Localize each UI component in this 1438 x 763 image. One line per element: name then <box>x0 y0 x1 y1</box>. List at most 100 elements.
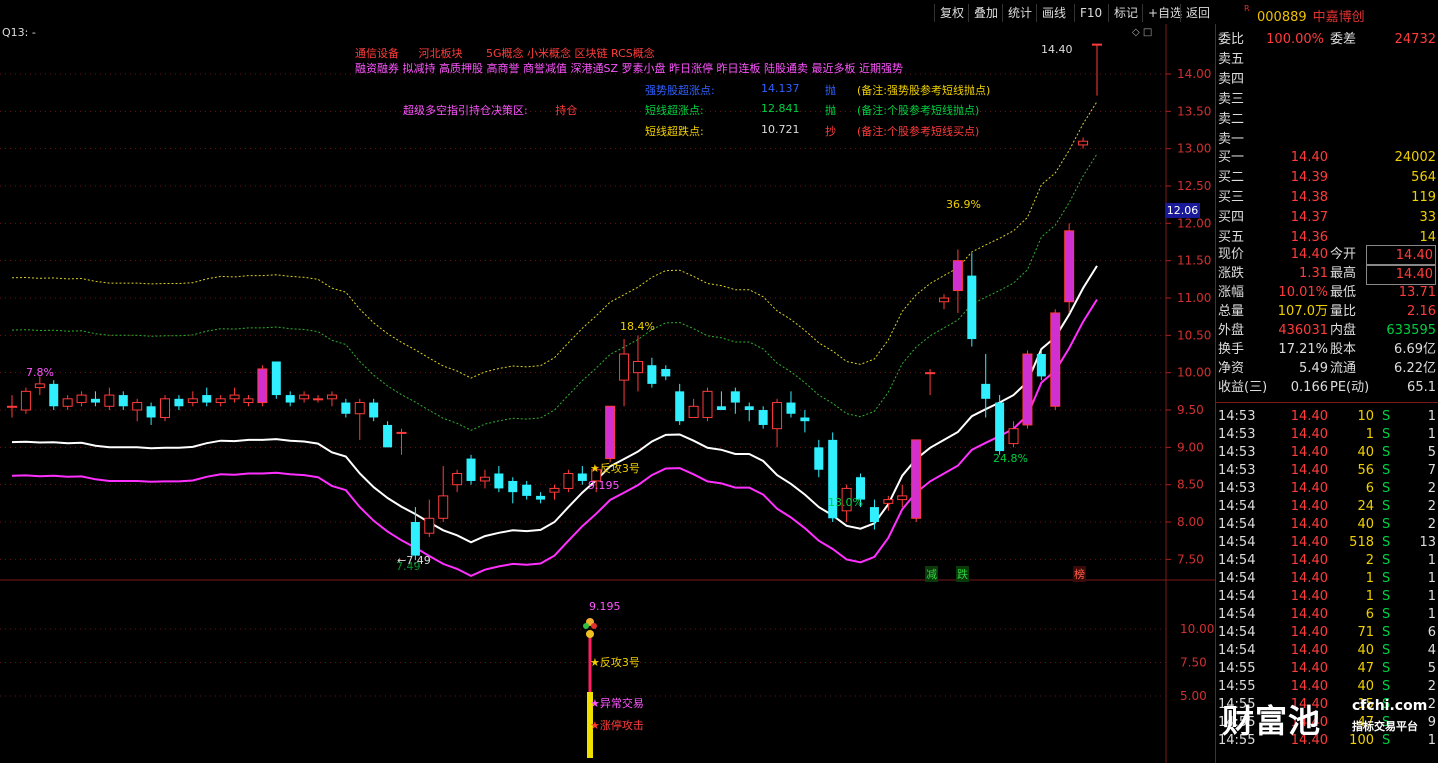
sub-tick-label: 10.00 <box>1180 622 1214 636</box>
tick-time: 14:54 <box>1218 499 1256 514</box>
tick-count: 1 <box>1427 589 1436 604</box>
tick-volume: 1 <box>1365 589 1374 604</box>
toolbar-button-stats[interactable]: 统计 <box>1002 4 1037 22</box>
concept-tag[interactable]: 河北板块 <box>419 47 463 60</box>
tick-price: 14.40 <box>1290 643 1328 658</box>
concept-tag[interactable]: 区块链 <box>575 47 608 60</box>
candle-body <box>632 360 643 374</box>
strong-overbought-row: 强势股超涨点: 14.137 抛 (备注:强势股参考短线抛点) <box>645 82 990 98</box>
square-icon[interactable]: □ <box>1143 27 1152 38</box>
tick-row[interactable]: 14:54 14.40 24 S 2 <box>1216 497 1438 516</box>
candle-body <box>995 402 1005 452</box>
commission-ratio: 100.00% <box>1266 32 1324 47</box>
tick-row[interactable]: 14:54 14.40 1 S 1 <box>1216 569 1438 588</box>
tick-row[interactable]: 14:54 14.40 40 S 4 <box>1216 641 1438 660</box>
upper-band-line <box>11 101 1098 379</box>
candle-body <box>90 398 100 403</box>
tick-row[interactable]: 14:54 14.40 71 S 6 <box>1216 623 1438 642</box>
sell-order-row: 卖三 <box>1216 90 1438 109</box>
tick-row[interactable]: 14:53 14.40 56 S 7 <box>1216 461 1438 480</box>
stat-value: 65.1 <box>1407 380 1436 395</box>
tick-volume: 71 <box>1357 625 1374 640</box>
tick-row[interactable]: 14:55 14.40 47 S 5 <box>1216 659 1438 678</box>
candle-body <box>299 394 310 400</box>
tick-side: S <box>1382 679 1391 694</box>
stat-value: 13.71 <box>1398 285 1436 300</box>
tick-price: 14.40 <box>1290 445 1328 460</box>
candle-body <box>897 495 908 501</box>
stat-label: 涨幅 <box>1218 285 1245 300</box>
toolbar-button-fuquan[interactable]: 复权 <box>934 4 969 22</box>
tick-count: 5 <box>1427 445 1436 460</box>
stat-row: 收益(三) 0.166 PE(动) 65.1 <box>1216 378 1438 397</box>
kline-chart-svg: 14.00 13.50 13.00 12.50 12.00 11.50 11.00 10.50… <box>0 24 1215 763</box>
tick-price: 14.40 <box>1290 553 1328 568</box>
concept-tag[interactable]: 5G概念 <box>486 47 524 60</box>
buy-order-row: 买一 14.40 24002 <box>1216 148 1438 167</box>
signal-price-label: 9.195 <box>588 479 620 492</box>
dip-note: (备注:个股参考短线买点) <box>857 125 980 138</box>
candle-body <box>187 398 198 404</box>
buy-volume: 564 <box>1411 170 1436 185</box>
candle-body <box>716 406 726 411</box>
toolbar-button-overlay[interactable]: 叠加 <box>968 4 1003 22</box>
tick-count: 2 <box>1427 481 1436 496</box>
candle-body <box>1078 140 1089 146</box>
tick-side: S <box>1382 625 1391 640</box>
stat-label: 今开 <box>1330 247 1357 262</box>
price-tick-label: 12.50 <box>1177 179 1211 193</box>
price-tick-label: 8.00 <box>1177 515 1204 529</box>
toolbar-button-f10[interactable]: F10 <box>1074 4 1107 22</box>
signal-star-label: ★反攻3号 <box>590 462 640 475</box>
tick-row[interactable]: 14:54 14.40 518 S 13 <box>1216 533 1438 552</box>
candle-body <box>118 395 128 407</box>
tick-row[interactable]: 14:53 14.40 10 S 1 <box>1216 407 1438 426</box>
tick-row[interactable]: 14:53 14.40 6 S 2 <box>1216 479 1438 498</box>
stat-label: 总量 <box>1218 304 1245 319</box>
tick-side: S <box>1382 643 1391 658</box>
candle-body <box>786 402 796 414</box>
toolbar: 复权 叠加 统计 画线 F10 标记 +自选 返回 <box>0 0 1215 24</box>
candle-body <box>202 395 212 403</box>
concept-tag[interactable]: 小米概念 <box>527 47 571 60</box>
concept-tag[interactable]: 通信设备 <box>355 47 399 60</box>
diamond-icon[interactable]: ◇ <box>1132 27 1140 38</box>
price-tick-label: 13.50 <box>1177 104 1211 118</box>
tick-count: 1 <box>1427 409 1436 424</box>
marker-list: 榜 <box>1073 566 1086 582</box>
trading-app: 复权 叠加 统计 画线 F10 标记 +自选 返回 R 000889 中嘉博创 1… <box>0 0 1438 763</box>
tick-volume: 1 <box>1365 571 1374 586</box>
toolbar-button-mark[interactable]: 标记 <box>1108 4 1143 22</box>
tick-row[interactable]: 14:55 14.40 40 S 2 <box>1216 677 1438 696</box>
candle-body <box>577 473 587 481</box>
tick-side: S <box>1382 499 1391 514</box>
price-grid <box>0 24 1215 763</box>
tick-row[interactable]: 14:54 14.40 1 S 1 <box>1216 587 1438 606</box>
tick-side: S <box>1382 553 1391 568</box>
tick-row[interactable]: 14:54 14.40 2 S 1 <box>1216 551 1438 570</box>
tick-row[interactable]: 14:54 14.40 6 S 1 <box>1216 605 1438 624</box>
watermark-site: cfchi.com <box>1352 698 1428 714</box>
quote-panel: 委比 100.00% 委差 24732 卖五 卖四 卖三 卖二 卖一 买一 14.40 24… <box>1215 24 1438 763</box>
candle-body <box>76 394 87 404</box>
tick-row[interactable]: 14:53 14.40 40 S 5 <box>1216 443 1438 462</box>
price-tick-label: 14.00 <box>1177 67 1211 81</box>
tick-side: S <box>1382 427 1391 442</box>
pct-annotation-b: 18.4% <box>620 320 655 333</box>
sell-order-row: 卖一 <box>1216 130 1438 149</box>
toolbar-button-draw[interactable]: 画线 <box>1036 4 1071 22</box>
kline-chart-area[interactable]: 14.00 13.50 13.00 12.50 12.00 11.50 11.00 10.50… <box>0 24 1215 763</box>
tick-count: 2 <box>1427 517 1436 532</box>
tick-row[interactable]: 14:53 14.40 1 S 1 <box>1216 425 1438 444</box>
short-overbought-row: 短线超涨点: 12.841 抛 (备注:个股参考短线抛点) <box>645 102 979 118</box>
candle-body <box>104 394 115 407</box>
concept-tag[interactable]: RCS概念 <box>611 47 655 60</box>
tick-volume: 40 <box>1357 445 1374 460</box>
sell-level-label: 卖一 <box>1218 132 1245 147</box>
stat-label: 涨跌 <box>1218 266 1245 281</box>
toolbar-button-back[interactable]: 返回 <box>1180 4 1215 22</box>
high-price-annotation: 14.40 <box>1041 43 1073 56</box>
tick-row[interactable]: 14:54 14.40 40 S 2 <box>1216 515 1438 534</box>
candle-body <box>981 383 991 399</box>
stat-row: 涨跌 1.31 最高 14.40 <box>1216 264 1438 285</box>
